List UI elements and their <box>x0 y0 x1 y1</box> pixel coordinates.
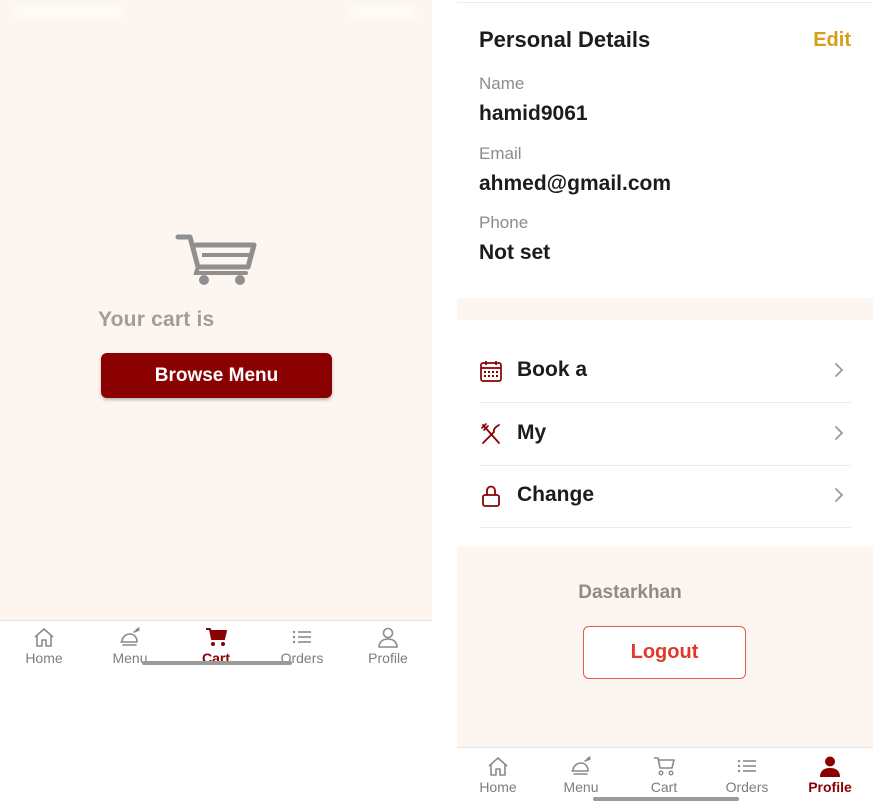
top-divider <box>457 2 873 3</box>
status-bar-right <box>350 6 416 20</box>
utensils-icon <box>481 423 500 444</box>
tab-home[interactable]: Home <box>474 755 522 795</box>
orders-list-icon <box>737 759 756 773</box>
logout-button[interactable]: Logout <box>583 626 746 679</box>
tab-profile[interactable]: Profile <box>364 626 412 666</box>
tab-label: Home <box>479 779 517 795</box>
cart-icon <box>654 757 675 776</box>
menu-row-change-password[interactable]: Change <box>479 465 851 528</box>
menu-row-book-table[interactable]: Book a <box>479 340 851 403</box>
chevron-right-icon <box>835 363 844 377</box>
tab-label: Orders <box>725 779 769 795</box>
tab-orders[interactable]: Orders <box>723 755 771 795</box>
cart-content-area: Your cart is Browse Menu <box>0 0 432 620</box>
tab-cart[interactable]: Cart <box>640 755 688 795</box>
email-value: ahmed@gmail.com <box>479 172 672 195</box>
tab-menu[interactable]: Menu <box>557 755 605 795</box>
menu-food-icon <box>571 756 591 775</box>
cart-screen: Your cart is Browse Menu Home Menu Cart <box>0 0 432 803</box>
menu-food-icon <box>120 627 140 646</box>
tab-menu[interactable]: Menu <box>106 626 154 666</box>
browse-menu-button[interactable]: Browse Menu <box>101 353 332 398</box>
tab-label: Home <box>25 650 63 666</box>
calendar-icon <box>480 361 502 382</box>
empty-cart-message: Your cart is <box>98 308 215 331</box>
tabbar-divider <box>457 747 873 748</box>
personal-details-title: Personal Details <box>479 27 651 52</box>
profile-icon <box>820 756 840 777</box>
home-indicator <box>142 661 292 665</box>
phone-label: Phone <box>479 213 529 232</box>
section-separator <box>457 298 873 320</box>
name-value: hamid9061 <box>479 102 588 125</box>
email-label: Email <box>479 144 522 163</box>
brand-name: Dastarkhan <box>578 582 682 603</box>
cart-icon <box>206 628 227 646</box>
tab-cart[interactable]: Cart <box>192 626 240 666</box>
tab-label: Profile <box>808 779 852 795</box>
empty-cart-icon <box>175 234 257 285</box>
menu-row-my-reservations[interactable]: My <box>479 403 851 466</box>
menu-row-label: Book a <box>517 358 588 381</box>
home-icon <box>34 628 54 647</box>
tab-profile[interactable]: Profile <box>806 755 854 795</box>
tab-label: Cart <box>650 779 678 795</box>
home-icon <box>488 757 508 776</box>
edit-link[interactable]: Edit <box>813 29 851 52</box>
profile-screen: Personal Details Edit Name hamid9061 Ema… <box>457 0 873 803</box>
menu-row-label: Change <box>517 483 595 506</box>
home-indicator <box>593 797 739 801</box>
phone-value: Not set <box>479 241 551 264</box>
tabbar-divider <box>0 620 432 621</box>
chevron-right-icon <box>835 426 844 440</box>
profile-icon <box>378 627 398 648</box>
orders-list-icon <box>292 630 311 644</box>
tab-label: Menu <box>563 779 599 795</box>
tab-orders[interactable]: Orders <box>278 626 326 666</box>
tab-home[interactable]: Home <box>20 626 68 666</box>
chevron-right-icon <box>835 488 844 502</box>
lock-icon <box>482 485 500 507</box>
status-bar-left <box>14 6 124 20</box>
name-label: Name <box>479 74 525 93</box>
menu-row-label: My <box>517 421 547 444</box>
tab-label: Profile <box>368 650 408 666</box>
